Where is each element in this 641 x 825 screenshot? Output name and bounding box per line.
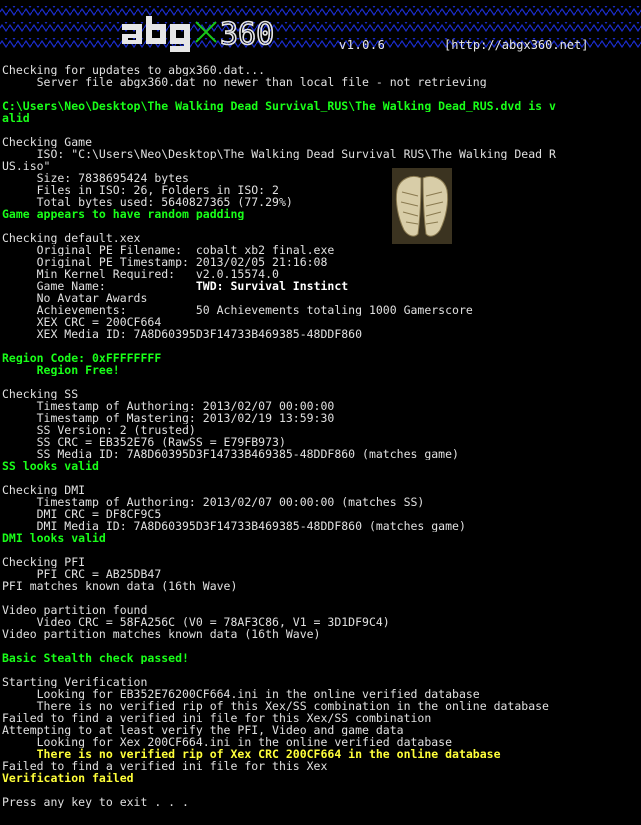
console-output: Checking for updates to abgx360.dat... S… <box>2 64 641 808</box>
console-line: Original PE Timestamp: 2013/02/05 21:16:… <box>2 256 328 268</box>
console-line: SS Media ID: 7A8D60395D3F14733B469385-48… <box>2 448 459 460</box>
svg-text:360: 360 <box>220 17 274 52</box>
console-line: Basic Stealth check passed! <box>2 652 189 664</box>
console-line: Failed to find a verified ini file for t… <box>2 760 328 772</box>
console-line: SS looks valid <box>2 460 99 472</box>
console-line: SS CRC = EB352E76 (RawSS = E79FB973) <box>2 436 286 448</box>
console-line: DMI CRC = DF8CF9C5 <box>2 508 162 520</box>
console-line: No Avatar Awards <box>2 292 148 304</box>
console-line: Checking PFI <box>2 556 86 568</box>
console-line: SS Version: 2 (trusted) <box>2 424 196 436</box>
console-line: alid <box>2 112 30 124</box>
console-line: DMI looks valid <box>2 532 106 544</box>
console-line: Files in ISO: 26, Folders in ISO: 2 <box>2 184 279 196</box>
console-line: Game appears to have random padding <box>2 208 245 220</box>
console-line: XEX CRC = 200CF664 <box>2 316 162 328</box>
console-line: Timestamp of Mastering: 2013/02/19 13:59… <box>2 412 335 424</box>
console-line: Checking DMI <box>2 484 86 496</box>
console-line: Total bytes used: 5640827365 (77.29%) <box>2 196 293 208</box>
game-name-value: TWD: Survival Instinct <box>195 280 349 292</box>
console-line-label: Game Name: <box>2 280 196 292</box>
console-line: DMI Media ID: 7A8D60395D3F14733B469385-4… <box>2 520 466 532</box>
console-line: Region Code: 0xFFFFFFFF <box>2 352 162 364</box>
console-line: Press any key to exit . . . <box>2 796 189 808</box>
console-line: Video partition matches known data (16th… <box>2 628 321 640</box>
console-line: XEX Media ID: 7A8D60395D3F14733B469385-4… <box>2 328 363 340</box>
abgx360-logo: 360 <box>122 16 275 52</box>
console-line: Region Free! <box>2 364 120 376</box>
console-line: Checking default.xex <box>2 232 141 244</box>
angel-wings-icon <box>392 168 452 244</box>
console-line: Checking for updates to abgx360.dat... <box>2 64 266 76</box>
console-line: PFI matches known data (16th Wave) <box>2 580 238 592</box>
console-line: Video partition found <box>2 604 148 616</box>
banner: 360 v1.0.6 [http://abgx360.net] <box>0 0 641 60</box>
console-line: Failed to find a verified ini file for t… <box>2 712 432 724</box>
console-line: Achievements: 50 Achievements totaling 1… <box>2 304 473 316</box>
console-line: Checking Game <box>2 136 93 148</box>
version-label: v1.0.6 <box>339 38 386 52</box>
console-line: C:\Users\Neo\Desktop\The Walking Dead Su… <box>2 100 556 112</box>
console-line: There is no verified rip of this Xex/SS … <box>2 700 549 712</box>
console-line: Starting Verification <box>2 676 148 688</box>
console-line: Timestamp of Authoring: 2013/02/07 00:00… <box>2 400 335 412</box>
console-line: Verification failed <box>2 772 134 784</box>
console-line: Server file abgx360.dat no newer than lo… <box>2 76 487 88</box>
console-line: Checking SS <box>2 388 79 400</box>
console-line: There is no verified rip of Xex CRC 200C… <box>2 748 501 760</box>
console-line: PFI CRC = AB25DB47 <box>2 568 162 580</box>
console-line: US.iso" <box>2 160 51 172</box>
console-line: Attempting to at least verify the PFI, V… <box>2 724 404 736</box>
console-line: Min Kernel Required: v2.0.15574.0 <box>2 268 279 280</box>
console-line: Size: 7838695424 bytes <box>2 172 189 184</box>
console-line: Timestamp of Authoring: 2013/02/07 00:00… <box>2 496 425 508</box>
console-line: Video CRC = 58FA256C (V0 = 78AF3C86, V1 … <box>2 616 390 628</box>
console-line: Looking for EB352E76200CF664.ini in the … <box>2 688 480 700</box>
website-url[interactable]: [http://abgx360.net] <box>444 38 589 52</box>
console-line: Game Name: TWD: Survival Instinct <box>2 280 641 292</box>
console-line: Looking for Xex_200CF664.ini in the onli… <box>2 736 453 748</box>
console-line: Original PE Filename: cobalt_xb2_final.e… <box>2 244 335 256</box>
console-line: ISO: "C:\Users\Neo\Desktop\The Walking D… <box>2 148 556 160</box>
